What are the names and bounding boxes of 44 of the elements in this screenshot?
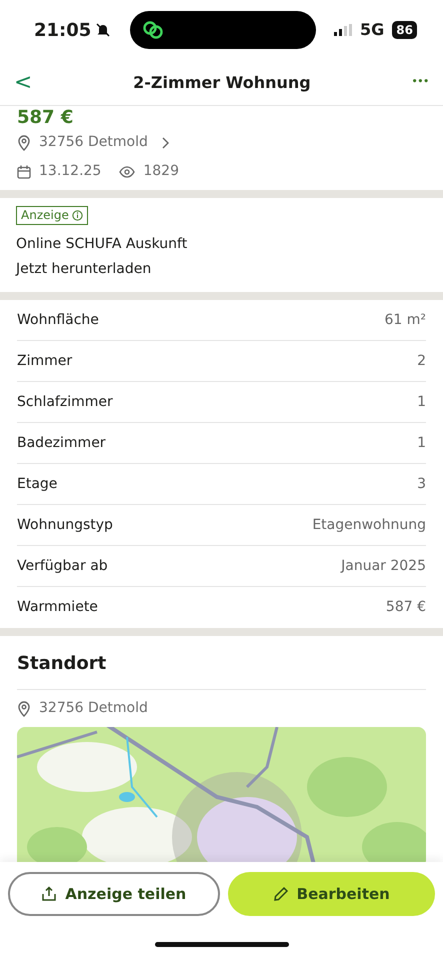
ad-title: Online SCHUFA Auskunft: [16, 235, 188, 254]
price-text: 587 €: [17, 107, 74, 129]
detail-value: 3: [417, 474, 426, 494]
more-button[interactable]: •••: [412, 76, 429, 90]
detail-label: Zimmer: [17, 352, 72, 370]
detail-label: Verfügbar ab: [17, 556, 108, 576]
detail-value: Etagenwohnung: [312, 516, 426, 534]
location-pin-icon: [17, 134, 31, 150]
detail-value: 587 €: [386, 598, 426, 617]
ad-badge: Anzeige: [16, 206, 88, 225]
eye-icon: [119, 166, 136, 178]
bell-muted-icon: [95, 22, 112, 38]
detail-value: Januar 2025: [341, 556, 426, 576]
location-link[interactable]: 32756 Detmold: [39, 132, 148, 153]
views-count: 1829: [143, 162, 179, 181]
calendar-icon: [17, 164, 31, 178]
section-title: Standort: [16, 652, 108, 676]
page-title: 2-Zimmer Wohnung: [133, 72, 311, 94]
share-button[interactable]: Anzeige teilen: [8, 872, 220, 916]
location-pin-icon: [17, 700, 31, 716]
chevron-right-icon[interactable]: [162, 136, 170, 148]
ad-subtitle: Jetzt herunterladen: [16, 260, 152, 279]
status-time: 21:05: [34, 18, 92, 42]
battery-level: 86: [392, 21, 417, 39]
network-label: 5G: [360, 19, 384, 41]
pencil-icon: [272, 886, 289, 902]
detail-label: Schlafzimmer: [17, 392, 113, 412]
detail-value: 1: [417, 392, 426, 412]
address-text: 32756 Detmold: [39, 699, 148, 718]
detail-value: 2: [417, 352, 426, 370]
detail-value: 1: [417, 434, 426, 452]
signal-icon: [334, 24, 352, 36]
linked-rings-icon: [142, 19, 164, 41]
info-icon: [72, 210, 83, 221]
detail-label: Etage: [17, 474, 58, 494]
edit-button[interactable]: Bearbeiten: [228, 872, 435, 916]
share-icon: [41, 886, 58, 902]
back-button[interactable]: <: [14, 72, 32, 94]
detail-label: Warmmiete: [17, 598, 98, 617]
detail-value: 61 m²: [384, 310, 426, 330]
detail-label: Badezimmer: [17, 434, 106, 452]
detail-label: Wohnungstyp: [17, 516, 113, 534]
detail-label: Wohnfläche: [17, 310, 99, 330]
date-text: 13.12.25: [39, 162, 102, 181]
